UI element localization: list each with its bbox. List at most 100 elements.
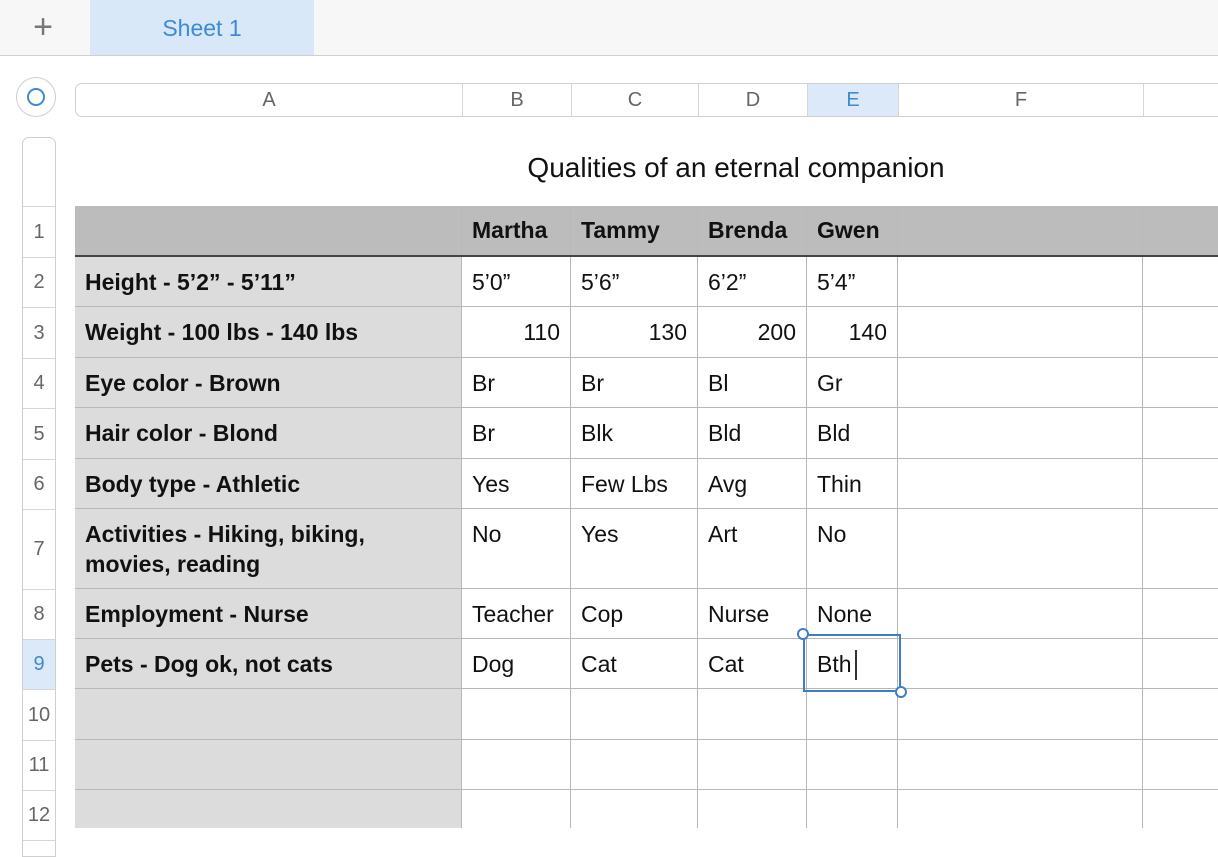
table-cell[interactable]: Dog bbox=[462, 639, 571, 689]
table-cell[interactable] bbox=[898, 459, 1143, 509]
select-all-button[interactable] bbox=[16, 77, 56, 117]
header-cell[interactable] bbox=[1143, 206, 1218, 257]
table-cell[interactable]: Thin bbox=[807, 459, 898, 509]
row-header-9[interactable]: 9 bbox=[23, 640, 55, 690]
table-cell[interactable] bbox=[462, 689, 571, 740]
table-cell[interactable] bbox=[1143, 358, 1218, 408]
table-cell[interactable]: No bbox=[462, 509, 571, 589]
add-sheet-button[interactable]: + bbox=[24, 8, 62, 46]
table-cell[interactable] bbox=[898, 790, 1143, 828]
table-cell[interactable]: None bbox=[807, 589, 898, 639]
table-cell[interactable] bbox=[898, 307, 1143, 358]
row-label-cell[interactable]: Height - 5’2” - 5’11” bbox=[75, 257, 462, 307]
table-cell[interactable]: 110 bbox=[462, 307, 571, 358]
table-cell[interactable]: Art bbox=[698, 509, 807, 589]
table-cell[interactable]: Bld bbox=[807, 408, 898, 459]
table-cell[interactable]: Yes bbox=[571, 509, 698, 589]
table-cell[interactable] bbox=[1143, 790, 1218, 828]
table-cell[interactable] bbox=[1143, 307, 1218, 358]
table-cell[interactable]: Cop bbox=[571, 589, 698, 639]
tab-sheet-1[interactable]: Sheet 1 bbox=[90, 0, 314, 55]
column-header-a[interactable]: A bbox=[76, 84, 463, 116]
table-cell[interactable]: Teacher bbox=[462, 589, 571, 639]
row-header-7[interactable]: 7 bbox=[23, 510, 55, 590]
header-cell[interactable] bbox=[898, 206, 1143, 257]
table-cell[interactable]: 5’4” bbox=[807, 257, 898, 307]
row-header-5[interactable]: 5 bbox=[23, 409, 55, 460]
row-header-3[interactable]: 3 bbox=[23, 308, 55, 359]
table-cell[interactable]: 5’0” bbox=[462, 257, 571, 307]
table-cell[interactable] bbox=[571, 790, 698, 828]
header-cell[interactable]: Gwen bbox=[807, 206, 898, 257]
table-cell[interactable] bbox=[462, 790, 571, 828]
row-header-1[interactable]: 1 bbox=[23, 207, 55, 258]
table-cell[interactable]: 200 bbox=[698, 307, 807, 358]
table-title[interactable]: Qualities of an eternal companion bbox=[330, 152, 1142, 184]
table-cell[interactable]: No bbox=[807, 509, 898, 589]
row-label-cell[interactable]: Weight - 100 lbs - 140 lbs bbox=[75, 307, 462, 358]
header-cell[interactable]: Martha bbox=[462, 206, 571, 257]
table-cell[interactable] bbox=[1143, 589, 1218, 639]
table-cell[interactable] bbox=[1143, 639, 1218, 689]
row-header-8[interactable]: 8 bbox=[23, 590, 55, 640]
table-cell[interactable]: Br bbox=[571, 358, 698, 408]
row-header-12[interactable]: 12 bbox=[23, 791, 55, 841]
table-cell[interactable]: Bl bbox=[698, 358, 807, 408]
table-cell[interactable]: Nurse bbox=[698, 589, 807, 639]
header-cell[interactable] bbox=[75, 206, 462, 257]
table-cell[interactable] bbox=[898, 358, 1143, 408]
table-cell[interactable] bbox=[898, 689, 1143, 740]
header-cell[interactable]: Tammy bbox=[571, 206, 698, 257]
table-cell[interactable]: Br bbox=[462, 408, 571, 459]
column-header-d[interactable]: D bbox=[699, 84, 808, 116]
column-header-b[interactable]: B bbox=[463, 84, 572, 116]
row-header-title[interactable] bbox=[23, 138, 55, 207]
row-label-cell[interactable]: Eye color - Brown bbox=[75, 358, 462, 408]
table-cell[interactable]: Blk bbox=[571, 408, 698, 459]
table-cell[interactable] bbox=[898, 639, 1143, 689]
row-header-4[interactable]: 4 bbox=[23, 359, 55, 409]
table-cell[interactable] bbox=[1143, 408, 1218, 459]
table-cell[interactable]: Few Lbs bbox=[571, 459, 698, 509]
row-header-6[interactable]: 6 bbox=[23, 460, 55, 510]
column-header-c[interactable]: C bbox=[572, 84, 699, 116]
table-cell[interactable] bbox=[807, 740, 898, 790]
table-cell[interactable] bbox=[698, 740, 807, 790]
table-cell[interactable]: 5’6” bbox=[571, 257, 698, 307]
table-cell[interactable]: Yes bbox=[462, 459, 571, 509]
table-cell[interactable] bbox=[698, 790, 807, 828]
row-header-10[interactable]: 10 bbox=[23, 690, 55, 741]
table-cell[interactable] bbox=[1143, 459, 1218, 509]
row-header-2[interactable]: 2 bbox=[23, 258, 55, 308]
row-label-cell[interactable]: Employment - Nurse bbox=[75, 589, 462, 639]
table-cell[interactable]: Cat bbox=[698, 639, 807, 689]
table-cell[interactable] bbox=[571, 740, 698, 790]
table-cell[interactable]: 6’2” bbox=[698, 257, 807, 307]
table-cell[interactable]: Gr bbox=[807, 358, 898, 408]
table-cell[interactable] bbox=[898, 589, 1143, 639]
table-cell[interactable] bbox=[898, 740, 1143, 790]
table-cell[interactable] bbox=[462, 740, 571, 790]
table-cell[interactable] bbox=[1143, 689, 1218, 740]
table-cell[interactable]: Br bbox=[462, 358, 571, 408]
column-header-e[interactable]: E bbox=[808, 84, 899, 116]
table-cell[interactable]: 140 bbox=[807, 307, 898, 358]
row-label-cell[interactable]: Pets - Dog ok, not cats bbox=[75, 639, 462, 689]
table-cell[interactable] bbox=[898, 257, 1143, 307]
table-cell[interactable] bbox=[807, 790, 898, 828]
table-cell[interactable] bbox=[1143, 740, 1218, 790]
row-label-cell[interactable]: Hair color - Blond bbox=[75, 408, 462, 459]
header-cell[interactable]: Brenda bbox=[698, 206, 807, 257]
table-cell[interactable]: Bld bbox=[698, 408, 807, 459]
column-header-blank[interactable] bbox=[1144, 84, 1218, 116]
row-label-cell[interactable] bbox=[75, 790, 462, 828]
row-label-cell[interactable]: Activities - Hiking, biking, movies, rea… bbox=[75, 509, 462, 589]
table-cell[interactable]: 130 bbox=[571, 307, 698, 358]
table-cell[interactable]: Avg bbox=[698, 459, 807, 509]
row-header-11[interactable]: 11 bbox=[23, 741, 55, 791]
table-cell[interactable] bbox=[898, 408, 1143, 459]
table-cell[interactable] bbox=[1143, 509, 1218, 589]
table-cell[interactable] bbox=[571, 689, 698, 740]
row-label-cell[interactable] bbox=[75, 740, 462, 790]
table-cell[interactable]: Cat bbox=[571, 639, 698, 689]
